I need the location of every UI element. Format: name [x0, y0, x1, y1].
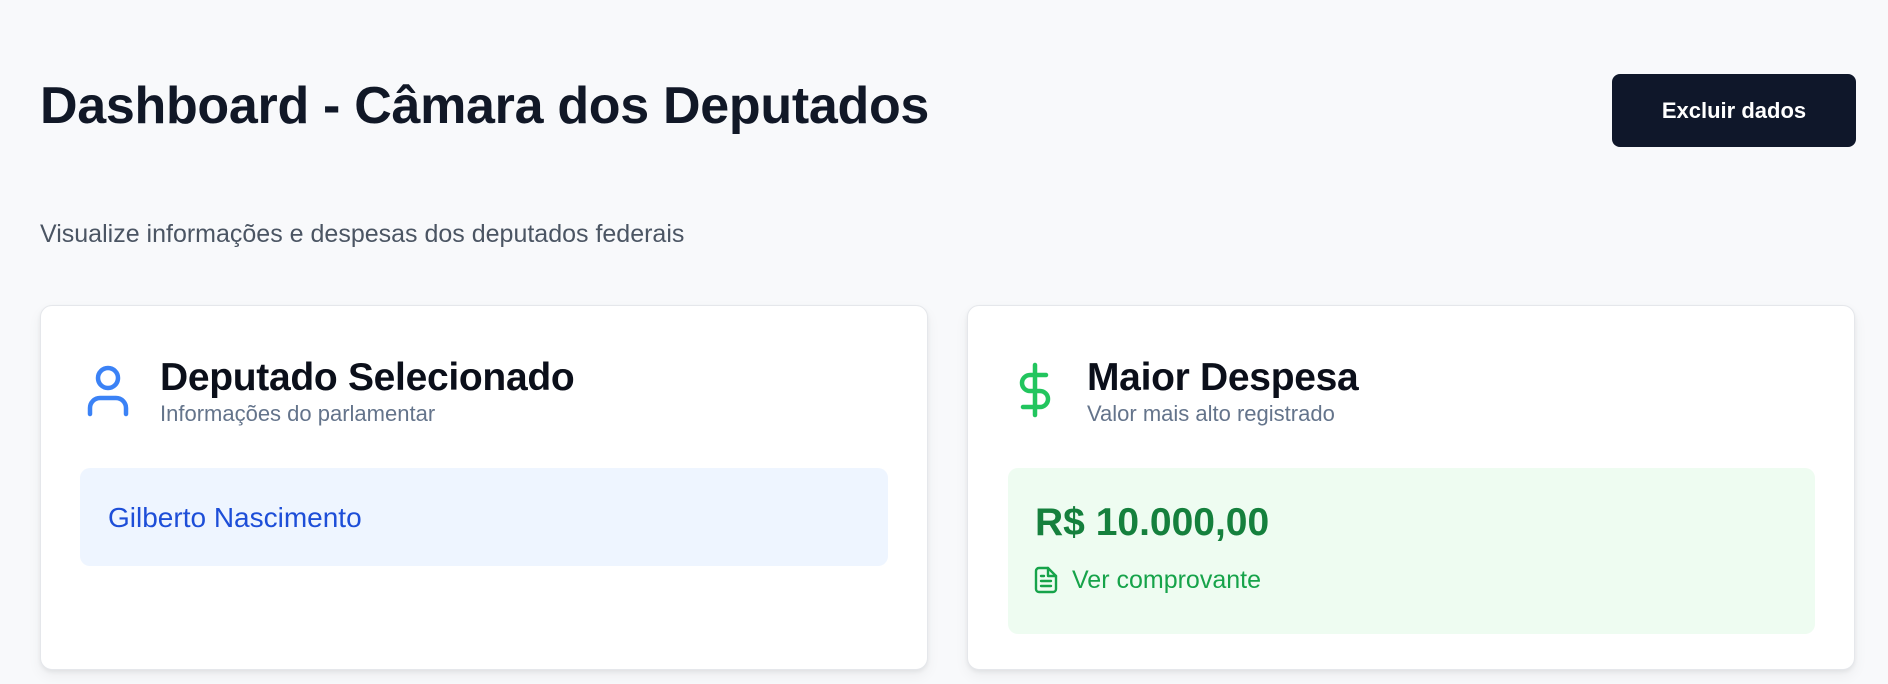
highest-expense-card: Maior Despesa Valor mais alto registrado… — [967, 305, 1855, 670]
expense-value: R$ 10.000,00 — [1035, 501, 1270, 544]
delete-data-button[interactable]: Excluir dados — [1612, 74, 1856, 147]
card-subtitle: Valor mais alto registrado — [1087, 401, 1335, 426]
card-title: Deputado Selecionado — [160, 356, 575, 399]
deputy-info-box: Gilberto Nascimento — [80, 468, 888, 566]
expense-info-box: R$ 10.000,00 Ver comprovante — [1008, 468, 1815, 634]
file-text-icon — [1034, 566, 1058, 594]
card-subtitle: Informações do parlamentar — [160, 401, 436, 426]
view-receipt-label: Ver comprovante — [1072, 566, 1261, 594]
user-icon — [84, 362, 132, 418]
deputy-name: Gilberto Nascimento — [108, 502, 362, 533]
page-title: Dashboard - Câmara dos Deputados — [40, 77, 930, 135]
card-title: Maior Despesa — [1087, 356, 1359, 399]
selected-deputy-card: Deputado Selecionado Informações do parl… — [40, 305, 928, 670]
view-receipt-link[interactable]: Ver comprovante — [1034, 564, 1261, 596]
page-subtitle: Visualize informações e despesas dos dep… — [40, 220, 685, 248]
dollar-icon — [1011, 362, 1059, 418]
